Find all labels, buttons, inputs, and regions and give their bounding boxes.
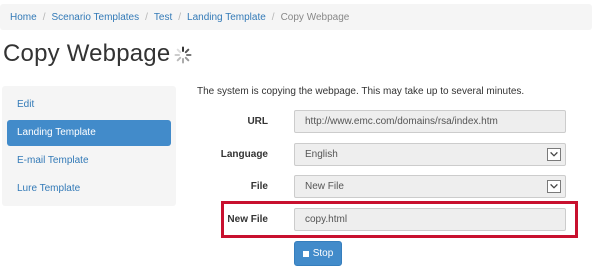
sidebar-item-lure-template[interactable]: Lure Template <box>7 176 171 202</box>
breadcrumb-separator: / <box>42 11 46 23</box>
language-label: Language <box>220 149 268 160</box>
sidebar-nav: Edit Landing Template E-mail Template Lu… <box>2 86 176 206</box>
breadcrumb-home[interactable]: Home <box>10 12 37 23</box>
stop-button[interactable]: Stop <box>294 241 342 266</box>
url-field[interactable]: http://www.emc.com/domains/rsa/index.htm <box>294 110 566 133</box>
breadcrumb-scenario-templates[interactable]: Scenario Templates <box>51 12 139 23</box>
sidebar-item-landing-template[interactable]: Landing Template <box>7 120 171 146</box>
new-file-row: New File copy.html <box>190 208 580 234</box>
url-row: URL http://www.emc.com/domains/rsa/index… <box>190 110 580 136</box>
new-file-label: New File <box>227 214 268 225</box>
breadcrumb-landing-template[interactable]: Landing Template <box>187 12 266 23</box>
breadcrumb-current: Copy Webpage <box>280 11 350 23</box>
status-message: The system is copying the webpage. This … <box>197 86 525 97</box>
stop-button-label: Stop <box>312 248 334 259</box>
breadcrumb: Home / Scenario Templates / Test / Landi… <box>0 4 592 30</box>
url-label: URL <box>247 116 268 127</box>
file-select-value: New File <box>305 181 344 192</box>
new-file-input[interactable]: copy.html <box>294 208 566 231</box>
page-title: Copy Webpage <box>3 40 171 67</box>
stop-square-icon <box>302 250 309 257</box>
language-select-value: English <box>305 149 338 160</box>
language-row: Language English <box>190 143 580 169</box>
breadcrumb-separator: / <box>145 11 148 23</box>
chevron-down-icon[interactable] <box>547 180 561 193</box>
breadcrumb-separator: / <box>178 11 182 23</box>
chevron-down-icon[interactable] <box>547 148 561 161</box>
sidebar-item-edit[interactable]: Edit <box>7 92 171 118</box>
file-row: File New File <box>190 175 580 201</box>
file-select[interactable]: New File <box>294 175 566 198</box>
loading-spinner-icon <box>174 46 192 64</box>
breadcrumb-separator: / <box>271 11 275 23</box>
sidebar-item-email-template[interactable]: E-mail Template <box>7 148 171 174</box>
language-select[interactable]: English <box>294 143 566 166</box>
file-label: File <box>250 181 268 192</box>
breadcrumb-test[interactable]: Test <box>154 12 172 23</box>
